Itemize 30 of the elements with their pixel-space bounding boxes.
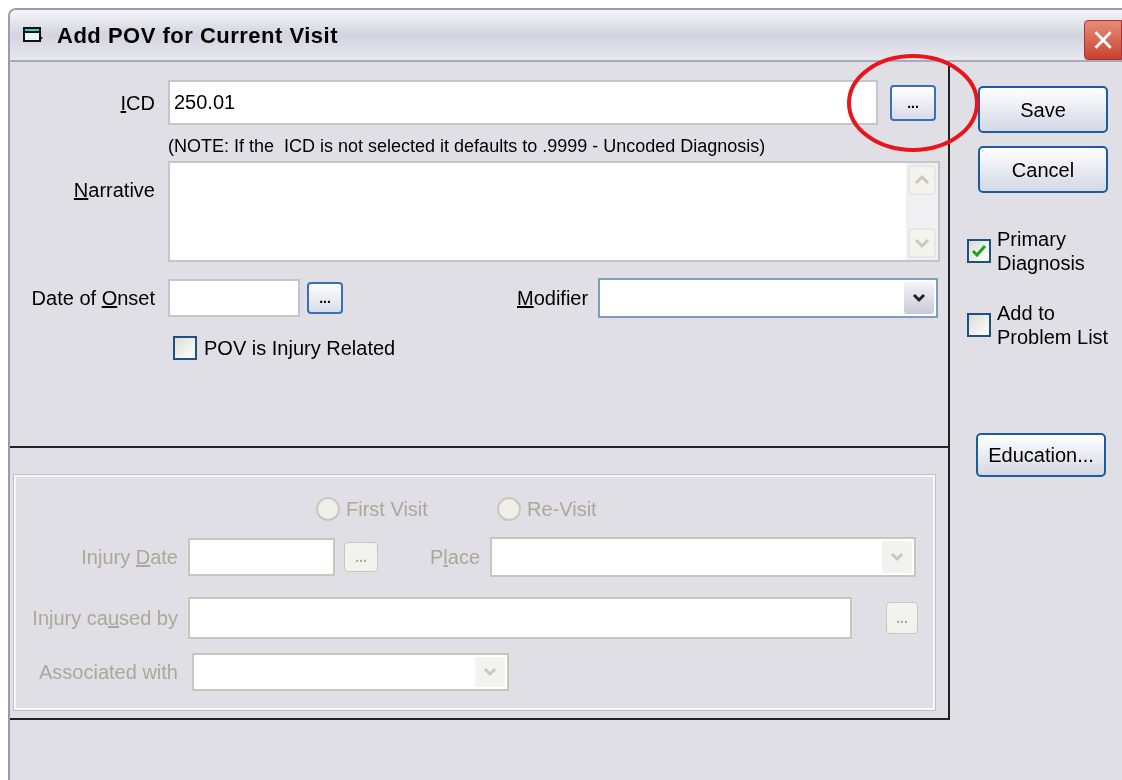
dialog-button[interactable]: Cancel — [978, 146, 1108, 193]
dialog-button[interactable]: Save — [978, 86, 1108, 133]
scroll-down-icon[interactable] — [908, 228, 936, 258]
checkbox[interactable] — [967, 239, 991, 263]
scroll-up-icon[interactable] — [908, 165, 936, 195]
checkbox-label: Add to Problem List — [997, 301, 1110, 349]
browse-button[interactable]: ... — [307, 282, 343, 314]
field-label: Date of Onset — [31, 287, 155, 309]
radio-label: First Visit — [346, 497, 428, 522]
field-label: Narrative — [73, 179, 155, 201]
field-label: Injury caused by — [32, 607, 178, 629]
education-button[interactable]: Education... — [976, 433, 1106, 477]
checkbox-label: Primary Diagnosis — [997, 227, 1086, 275]
date-field[interactable] — [168, 279, 300, 317]
browse-button[interactable]: ... — [890, 84, 936, 121]
field-label: Associated with — [39, 661, 178, 683]
narrative-field[interactable] — [168, 161, 940, 262]
icd-field[interactable]: 250.01 — [168, 80, 878, 125]
checkbox-label: POV is Injury Related — [204, 336, 396, 361]
field-label: ICD — [120, 91, 155, 114]
check-icon — [971, 244, 987, 258]
field-label: Injury Date — [81, 546, 178, 568]
window-title: Add POV for Current Visit — [57, 21, 338, 50]
checkbox[interactable] — [967, 313, 991, 337]
field-label: Place — [430, 546, 481, 568]
window-icon — [22, 26, 44, 44]
radio-label: Re-Visit — [527, 497, 597, 522]
checkbox[interactable] — [173, 336, 197, 360]
note-text: (NOTE: If the ICD is not selected it defaults to .9999 - Uncoded Diagnosis) — [168, 137, 766, 155]
field-label: Modifier — [517, 287, 589, 309]
